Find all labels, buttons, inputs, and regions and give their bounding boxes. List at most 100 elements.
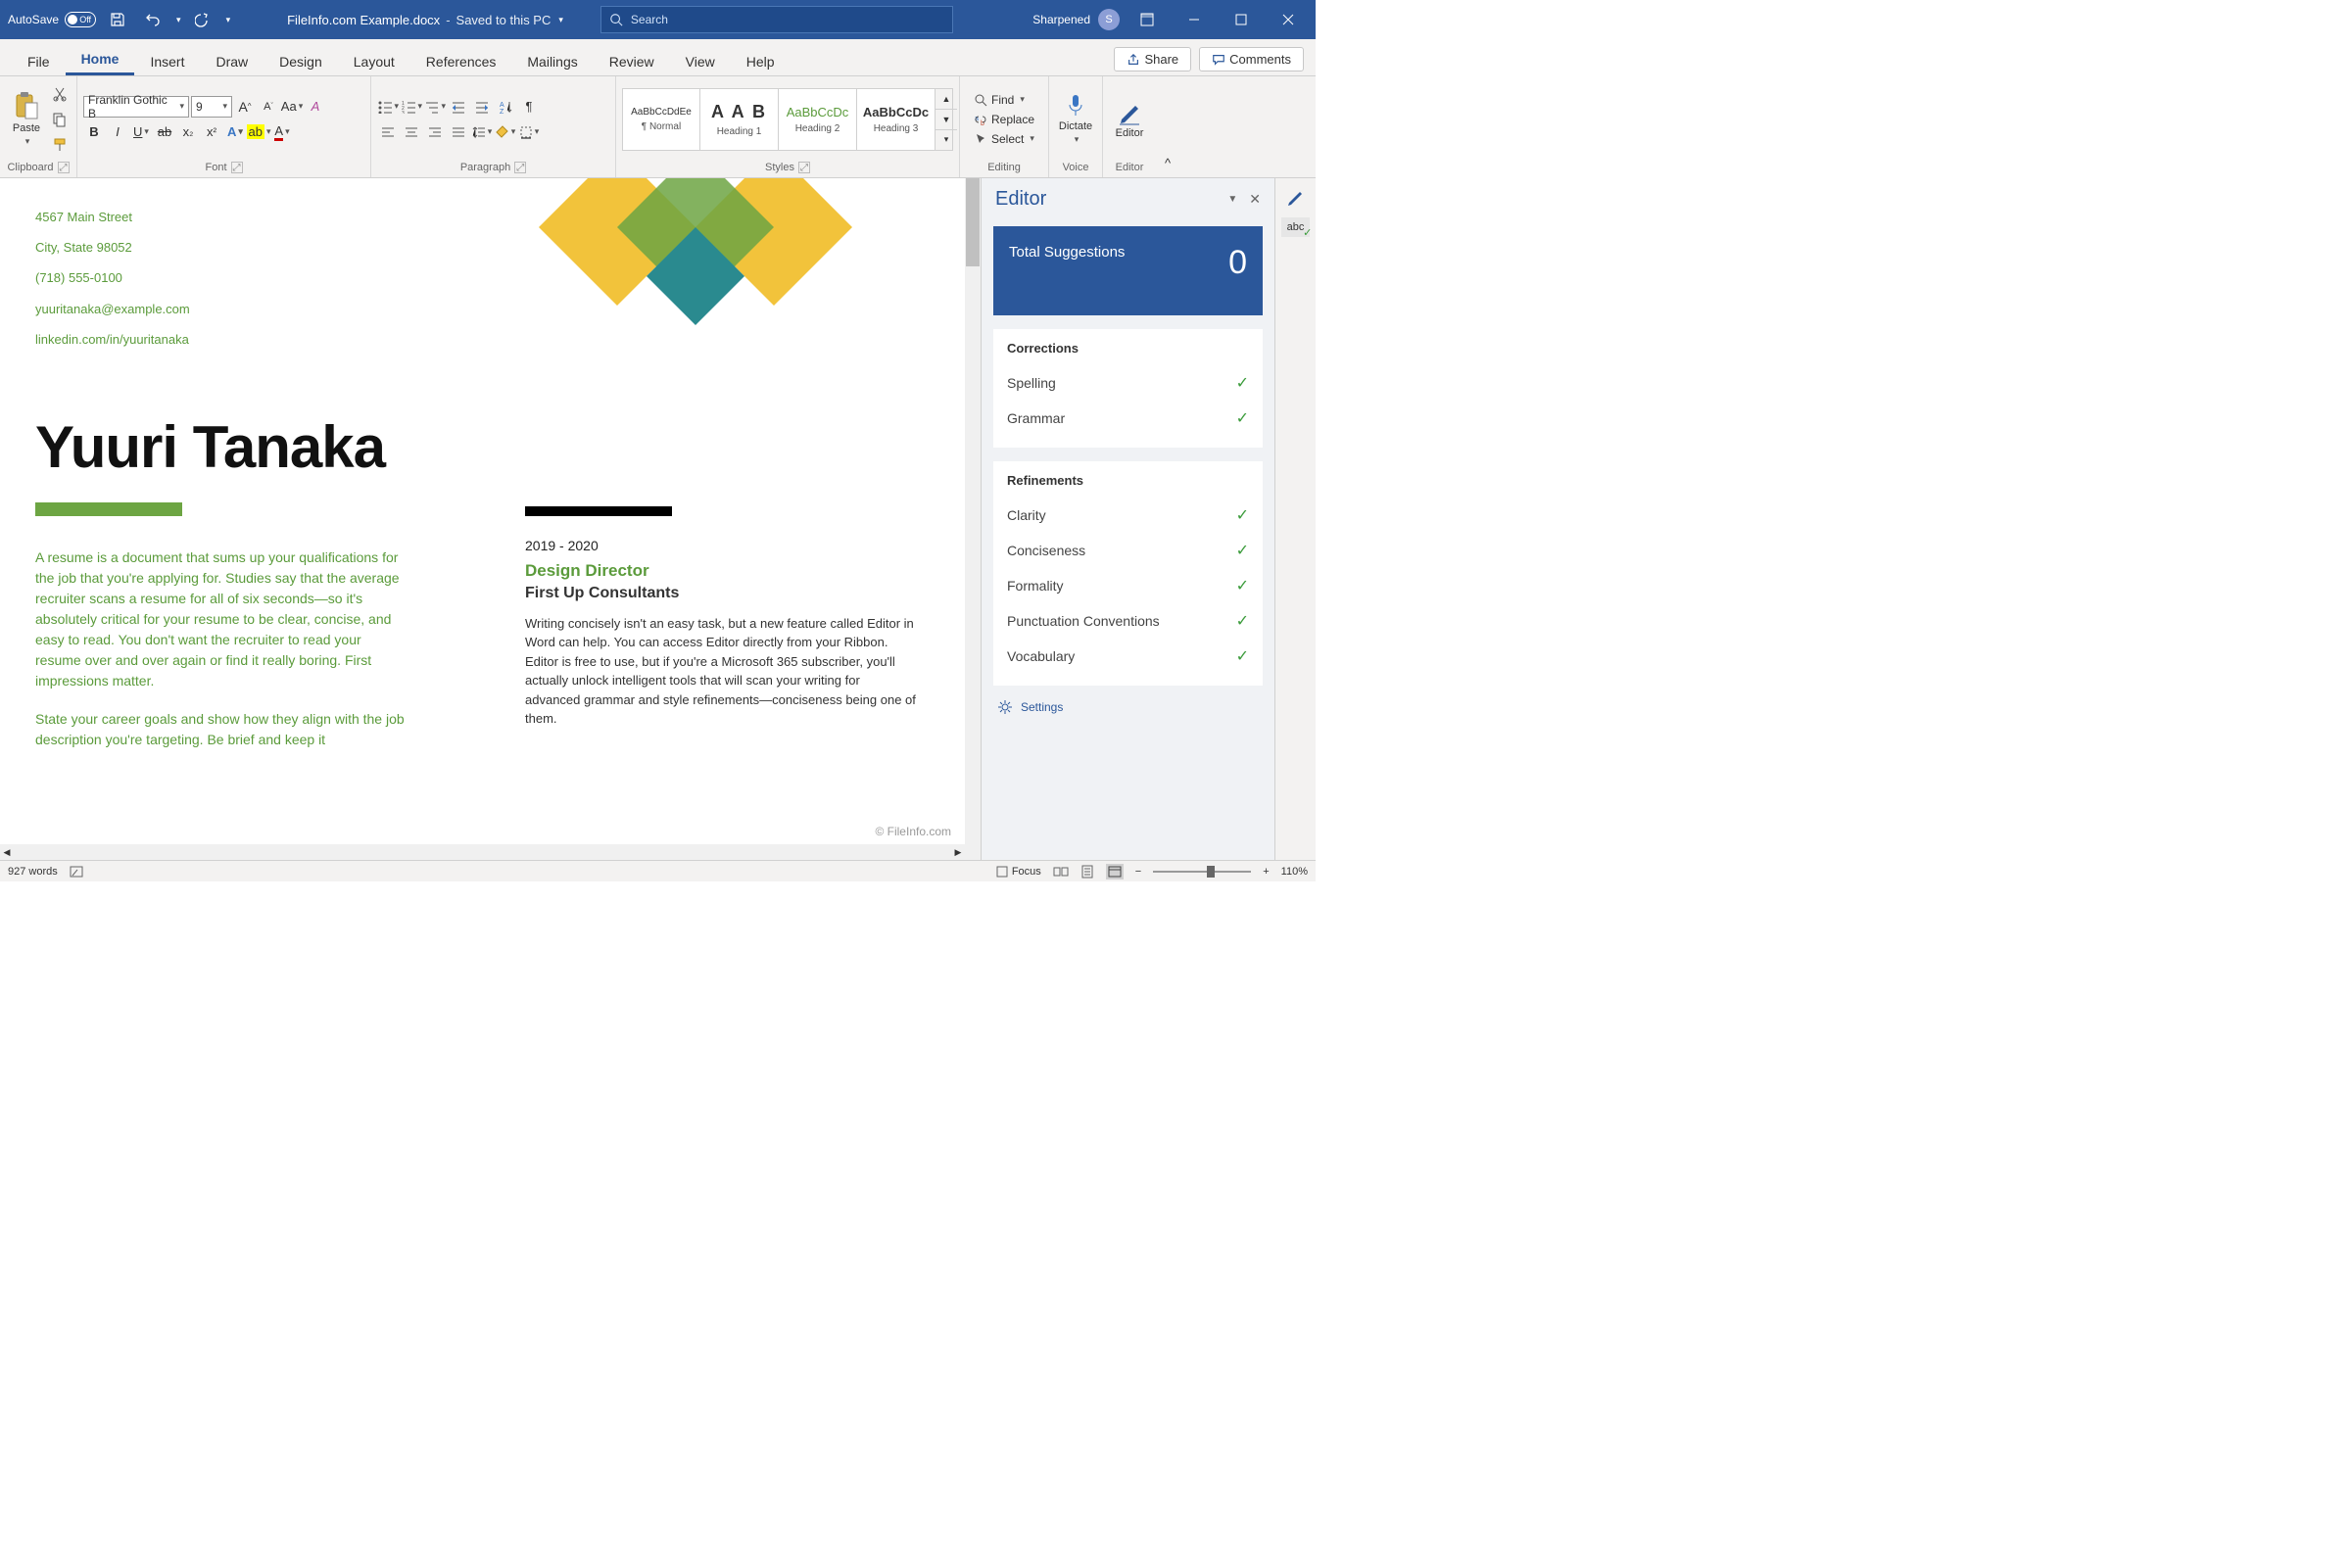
autosave-toggle[interactable]: AutoSave Off [8, 12, 96, 27]
collapse-ribbon-icon[interactable]: ^ [1157, 152, 1178, 173]
document-area[interactable]: 4567 Main Street City, State 98052 (718)… [0, 178, 981, 860]
font-color-icon[interactable]: A▾ [271, 121, 293, 143]
editor-settings-button[interactable]: Settings [982, 686, 1274, 729]
increase-indent-icon[interactable] [471, 96, 493, 118]
title-dropdown[interactable]: ▾ [558, 15, 563, 25]
web-layout-icon[interactable] [1106, 864, 1124, 879]
scroll-left-icon[interactable]: ◀ [0, 847, 14, 858]
zoom-out-button[interactable]: − [1135, 866, 1141, 878]
styles-scroll-up[interactable]: ▲ [936, 89, 957, 109]
spelling-row[interactable]: Spelling✓ [1007, 365, 1249, 401]
borders-icon[interactable]: ▾ [518, 121, 540, 143]
align-left-icon[interactable] [377, 121, 399, 143]
zoom-slider[interactable] [1153, 871, 1251, 873]
font-launcher[interactable]: ⤢ [231, 162, 243, 173]
suggestions-card[interactable]: Total Suggestions 0 [993, 226, 1263, 315]
tab-references[interactable]: References [410, 48, 512, 75]
text-effects-icon[interactable]: A▾ [224, 121, 246, 143]
tab-file[interactable]: File [12, 48, 66, 75]
scroll-thumb[interactable] [966, 178, 980, 266]
clarity-row[interactable]: Clarity✓ [1007, 498, 1249, 533]
close-button[interactable] [1269, 0, 1308, 39]
word-count[interactable]: 927 words [8, 866, 58, 878]
tab-insert[interactable]: Insert [134, 48, 200, 75]
style-heading3[interactable]: AaBbCcDcHeading 3 [857, 88, 936, 151]
highlight-icon[interactable]: ab▾ [248, 121, 269, 143]
zoom-thumb[interactable] [1207, 866, 1215, 878]
clipboard-launcher[interactable]: ⤢ [58, 162, 70, 173]
cut-icon[interactable] [49, 83, 71, 105]
font-name-combo[interactable]: Franklin Gothic B▾ [83, 96, 189, 118]
read-mode-icon[interactable] [1053, 866, 1069, 878]
tab-review[interactable]: Review [594, 48, 670, 75]
dictate-button[interactable]: Dictate▾ [1055, 89, 1096, 149]
style-heading1[interactable]: A A BHeading 1 [700, 88, 779, 151]
redo-icon[interactable] [189, 6, 216, 33]
user-avatar[interactable]: S [1098, 9, 1120, 30]
vertical-scrollbar[interactable] [965, 178, 981, 860]
editor-tab-icon[interactable] [1286, 188, 1306, 208]
clear-format-icon[interactable]: A [305, 96, 326, 118]
zoom-level[interactable]: 110% [1281, 866, 1308, 878]
format-painter-icon[interactable] [49, 134, 71, 156]
bold-button[interactable]: B [83, 121, 105, 143]
styles-expand[interactable]: ▾ [936, 129, 957, 150]
tab-draw[interactable]: Draw [200, 48, 264, 75]
minimize-button[interactable] [1175, 0, 1214, 39]
editor-button[interactable]: Editor [1109, 96, 1150, 143]
vocabulary-row[interactable]: Vocabulary✓ [1007, 639, 1249, 674]
maximize-button[interactable] [1222, 0, 1261, 39]
numbering-icon[interactable]: 123▾ [401, 96, 422, 118]
share-button[interactable]: Share [1114, 47, 1191, 71]
justify-icon[interactable] [448, 121, 469, 143]
replace-button[interactable]: abReplace [970, 111, 1038, 128]
select-button[interactable]: Select▾ [970, 130, 1038, 148]
sort-icon[interactable]: AZ [495, 96, 516, 118]
font-size-combo[interactable]: 9▾ [191, 96, 232, 118]
styles-scroll-down[interactable]: ▼ [936, 109, 957, 129]
pane-close-icon[interactable]: ✕ [1249, 191, 1261, 208]
italic-button[interactable]: I [107, 121, 128, 143]
toggle-switch[interactable]: Off [65, 12, 96, 27]
shrink-font-icon[interactable]: Aˇ [258, 96, 279, 118]
styles-launcher[interactable]: ⤢ [798, 162, 810, 173]
horizontal-scrollbar[interactable]: ◀ ▶ [0, 844, 965, 860]
qat-customize[interactable]: ▾ [226, 15, 231, 25]
tab-view[interactable]: View [670, 48, 731, 75]
find-button[interactable]: Find▾ [970, 91, 1038, 109]
line-spacing-icon[interactable]: ▾ [471, 121, 493, 143]
paste-button[interactable]: Paste ▾ [6, 87, 47, 151]
align-right-icon[interactable] [424, 121, 446, 143]
superscript-button[interactable]: x² [201, 121, 222, 143]
underline-button[interactable]: U▾ [130, 121, 152, 143]
undo-icon[interactable] [139, 6, 167, 33]
user-name[interactable]: Sharpened [1032, 13, 1090, 26]
punctuation-row[interactable]: Punctuation Conventions✓ [1007, 603, 1249, 639]
conciseness-row[interactable]: Conciseness✓ [1007, 533, 1249, 568]
ribbon-display-icon[interactable] [1128, 0, 1167, 39]
tab-home[interactable]: Home [66, 45, 135, 75]
print-layout-icon[interactable] [1080, 865, 1094, 879]
pane-options-icon[interactable]: ▼ [1227, 194, 1237, 205]
save-icon[interactable] [104, 6, 131, 33]
copy-icon[interactable] [49, 109, 71, 130]
subscript-button[interactable]: x₂ [177, 121, 199, 143]
align-center-icon[interactable] [401, 121, 422, 143]
decrease-indent-icon[interactable] [448, 96, 469, 118]
tab-help[interactable]: Help [731, 48, 791, 75]
spelling-status-icon[interactable] [70, 865, 85, 879]
bullets-icon[interactable]: ▾ [377, 96, 399, 118]
grow-font-icon[interactable]: A^ [234, 96, 256, 118]
focus-mode-button[interactable]: Focus [996, 866, 1041, 878]
zoom-in-button[interactable]: + [1263, 866, 1269, 878]
undo-dropdown[interactable]: ▾ [176, 15, 181, 25]
paragraph-launcher[interactable]: ⤢ [514, 162, 526, 173]
show-marks-icon[interactable]: ¶ [518, 96, 540, 118]
search-box[interactable]: Search [600, 6, 953, 33]
style-heading2[interactable]: AaBbCcDcHeading 2 [779, 88, 857, 151]
tab-design[interactable]: Design [264, 48, 338, 75]
comments-button[interactable]: Comments [1199, 47, 1304, 71]
tab-layout[interactable]: Layout [338, 48, 410, 75]
strikethrough-button[interactable]: ab [154, 121, 175, 143]
formality-row[interactable]: Formality✓ [1007, 568, 1249, 603]
